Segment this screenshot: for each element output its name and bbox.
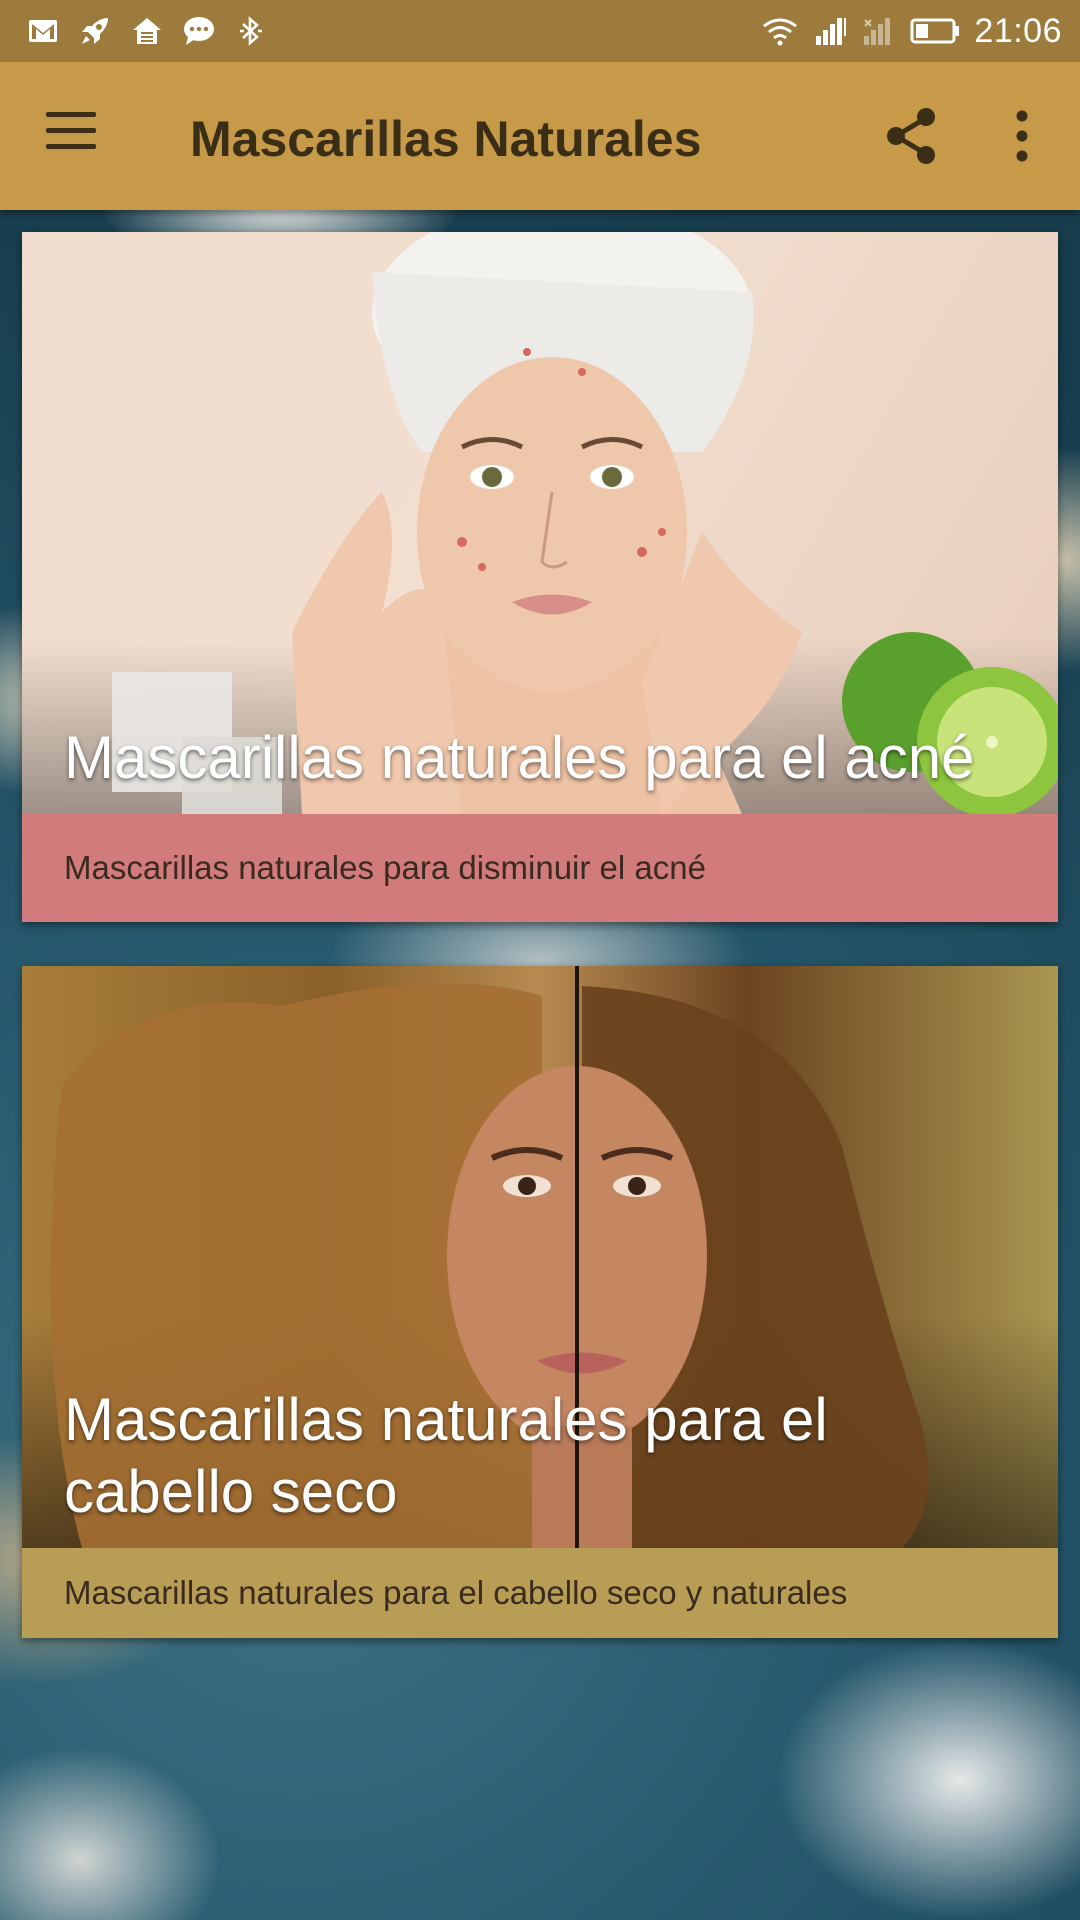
system-icons: 21:06 (760, 12, 1062, 51)
status-bar: 21:06 (0, 0, 1080, 62)
app-title: Mascarillas Naturales (190, 111, 702, 167)
notification-icons (26, 14, 268, 48)
card-dry-hair[interactable]: Mascarillas naturales para el cabello se… (22, 966, 1058, 1638)
card-acne[interactable]: Mascarillas naturales para el acné Masca… (22, 232, 1058, 922)
app-bar: Mascarillas Naturales (0, 62, 1080, 210)
more-options-button[interactable] (998, 106, 1046, 166)
wifi-icon (760, 14, 800, 48)
battery-icon (910, 14, 960, 48)
signal-icon (814, 14, 848, 48)
card-description-acne: Mascarillas naturales para disminuir el … (22, 814, 1058, 922)
share-icon (887, 108, 935, 164)
card-title-dry-hair: Mascarillas naturales para el cabello se… (64, 1386, 828, 1525)
card-image-acne: Mascarillas naturales para el acné (22, 232, 1058, 814)
home-icon (130, 14, 164, 48)
more-vert-icon (1016, 110, 1028, 162)
card-title-acne: Mascarillas naturales para el acné (64, 724, 975, 791)
menu-icon (46, 112, 98, 149)
bluetooth-off-icon (234, 14, 268, 48)
menu-button[interactable] (46, 112, 98, 160)
signal-no-sim-icon (862, 14, 896, 48)
share-button[interactable] (880, 104, 944, 168)
card-description-dry-hair: Mascarillas naturales para el cabello se… (22, 1548, 1058, 1638)
rocket-icon (78, 14, 112, 48)
chat-bubble-icon (182, 14, 216, 48)
gmail-icon (26, 14, 60, 48)
card-image-dry-hair: Mascarillas naturales para el cabello se… (22, 966, 1058, 1548)
status-time: 21:06 (974, 11, 1062, 50)
